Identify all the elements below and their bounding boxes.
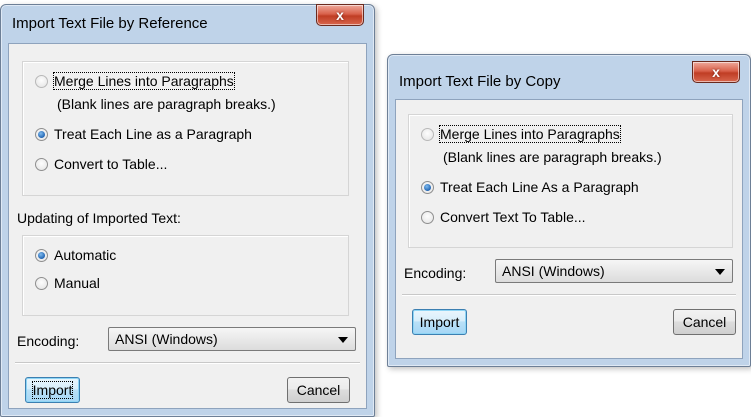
- radio-treat-each-line[interactable]: Treat Each Line as a Paragraph: [35, 124, 252, 144]
- import-by-reference-dialog: Import Text File by Reference x Merge Li…: [0, 4, 375, 417]
- radio-label: Merge Lines into Paragraphs: [53, 72, 235, 90]
- radio-convert-to-table[interactable]: Convert Text To Table...: [421, 207, 586, 227]
- dialog-body: Merge Lines into Paragraphs (Blank lines…: [395, 99, 743, 359]
- encoding-select[interactable]: ANSI (Windows): [108, 327, 356, 351]
- radio-label: Merge Lines into Paragraphs: [439, 125, 621, 143]
- close-icon: x: [336, 7, 344, 23]
- radio-automatic[interactable]: Automatic: [35, 245, 116, 265]
- radio-button[interactable]: [421, 180, 434, 194]
- radio-label: Treat Each Line as a Paragraph: [54, 126, 252, 142]
- radio-label: Automatic: [54, 247, 117, 263]
- radio-treat-each-line[interactable]: Treat Each Line As a Paragraph: [421, 177, 639, 197]
- import-by-copy-dialog: Import Text File by Copy x Merge Lines i…: [387, 54, 751, 367]
- radio-label: Treat Each Line As a Paragraph: [440, 179, 639, 195]
- radio-button[interactable]: [35, 157, 48, 171]
- updating-options-group: Automatic Manual: [22, 235, 349, 316]
- radio-button[interactable]: [35, 248, 48, 262]
- cancel-button-label: Cancel: [296, 382, 341, 398]
- radio-button[interactable]: [421, 210, 434, 224]
- cancel-button-label: Cancel: [682, 314, 727, 330]
- separator: [15, 362, 360, 364]
- close-icon: x: [712, 64, 720, 80]
- radio-button[interactable]: [35, 276, 48, 290]
- merge-lines-note: (Blank lines are paragraph breaks.): [57, 96, 276, 112]
- cancel-button[interactable]: Cancel: [673, 309, 736, 335]
- dialog-title: Import Text File by Reference: [12, 15, 208, 32]
- encoding-value: ANSI (Windows): [502, 263, 605, 279]
- radio-merge-lines[interactable]: Merge Lines into Paragraphs: [35, 71, 235, 91]
- dropdown-arrow-icon: [715, 269, 725, 275]
- import-button[interactable]: Import: [25, 377, 80, 403]
- radio-convert-to-table[interactable]: Convert to Table...: [35, 154, 167, 174]
- separator: [402, 294, 736, 296]
- radio-label: Manual: [54, 275, 100, 291]
- close-button[interactable]: x: [316, 4, 364, 26]
- radio-button[interactable]: [421, 127, 434, 141]
- import-button-label: Import: [419, 314, 460, 330]
- encoding-select[interactable]: ANSI (Windows): [495, 259, 733, 283]
- dialog-title: Import Text File by Copy: [399, 73, 561, 90]
- radio-label: Convert Text To Table...: [440, 209, 586, 225]
- radio-button[interactable]: [35, 127, 48, 141]
- radio-merge-lines[interactable]: Merge Lines into Paragraphs: [421, 124, 621, 144]
- paragraph-options-group: Merge Lines into Paragraphs (Blank lines…: [408, 114, 733, 248]
- title-bar[interactable]: Import Text File by Copy x: [388, 55, 750, 90]
- close-button[interactable]: x: [692, 61, 740, 83]
- radio-label: Convert to Table...: [54, 156, 168, 172]
- updating-label: Updating of Imported Text:: [17, 210, 181, 226]
- encoding-label: Encoding:: [17, 333, 80, 349]
- import-button-label: Import: [31, 381, 74, 399]
- dialog-body: Merge Lines into Paragraphs (Blank lines…: [8, 43, 367, 409]
- import-button[interactable]: Import: [412, 309, 467, 335]
- dropdown-arrow-icon: [338, 337, 348, 343]
- radio-button[interactable]: [35, 74, 48, 88]
- encoding-value: ANSI (Windows): [115, 331, 218, 347]
- encoding-label: Encoding:: [404, 265, 467, 281]
- radio-manual[interactable]: Manual: [35, 273, 100, 293]
- paragraph-options-group: Merge Lines into Paragraphs (Blank lines…: [22, 61, 349, 196]
- cancel-button[interactable]: Cancel: [287, 377, 350, 403]
- title-bar[interactable]: Import Text File by Reference x: [1, 4, 374, 37]
- merge-lines-note: (Blank lines are paragraph breaks.): [443, 149, 662, 165]
